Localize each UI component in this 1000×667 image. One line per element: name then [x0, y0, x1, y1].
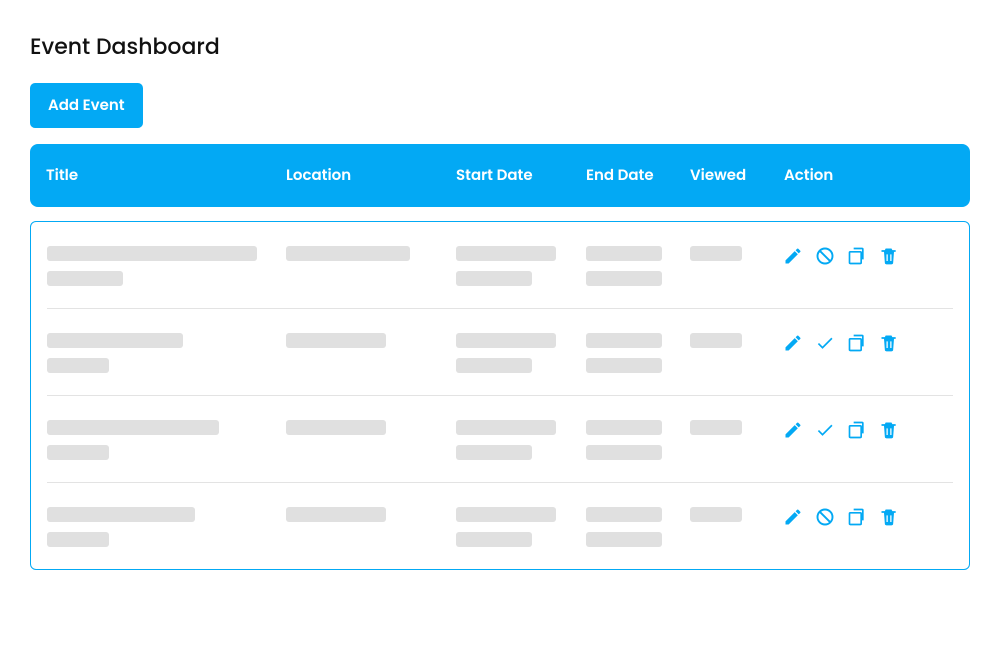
placeholder-bar: [586, 507, 662, 522]
copy-icon[interactable]: [847, 420, 867, 440]
placeholder-bar: [47, 333, 183, 348]
cell-viewed: [690, 333, 784, 373]
cell-action: [783, 420, 953, 460]
cell-action: [783, 246, 953, 286]
cell-viewed: [690, 420, 784, 460]
column-header-end: End Date: [586, 164, 690, 187]
cell-title: [47, 246, 286, 286]
cell-action: [783, 507, 953, 547]
delete-icon[interactable]: [879, 420, 899, 440]
edit-icon[interactable]: [783, 333, 803, 353]
cell-action: [783, 333, 953, 373]
placeholder-bar: [286, 246, 410, 261]
placeholder-bar: [47, 420, 219, 435]
events-table: Title Location Start Date End Date Viewe…: [30, 144, 970, 570]
placeholder-bar: [286, 507, 386, 522]
table-body: [30, 221, 970, 570]
placeholder-bar: [456, 532, 532, 547]
table-header-row: Title Location Start Date End Date Viewe…: [30, 144, 970, 207]
placeholder-bar: [586, 420, 662, 435]
table-row: [47, 309, 953, 396]
cell-viewed: [690, 246, 784, 286]
ban-icon[interactable]: [815, 246, 835, 266]
placeholder-bar: [586, 246, 662, 261]
placeholder-bar: [47, 271, 123, 286]
placeholder-bar: [586, 271, 662, 286]
cell-end: [586, 333, 690, 373]
placeholder-bar: [47, 246, 257, 261]
delete-icon[interactable]: [879, 333, 899, 353]
placeholder-bar: [586, 358, 662, 373]
placeholder-bar: [456, 507, 556, 522]
cell-end: [586, 420, 690, 460]
cell-end: [586, 246, 690, 286]
add-event-button[interactable]: Add Event: [30, 83, 143, 128]
placeholder-bar: [690, 507, 742, 522]
ban-icon[interactable]: [815, 507, 835, 527]
placeholder-bar: [456, 271, 532, 286]
column-header-start: Start Date: [456, 164, 586, 187]
placeholder-bar: [690, 420, 742, 435]
cell-title: [47, 420, 286, 460]
placeholder-bar: [690, 246, 742, 261]
cell-location: [286, 420, 456, 460]
edit-icon[interactable]: [783, 420, 803, 440]
check-icon[interactable]: [815, 333, 835, 353]
edit-icon[interactable]: [783, 246, 803, 266]
cell-location: [286, 507, 456, 547]
placeholder-bar: [586, 445, 662, 460]
placeholder-bar: [47, 445, 109, 460]
placeholder-bar: [456, 420, 556, 435]
placeholder-bar: [586, 333, 662, 348]
placeholder-bar: [456, 358, 532, 373]
table-row: [47, 483, 953, 569]
column-header-location: Location: [286, 164, 456, 187]
copy-icon[interactable]: [847, 246, 867, 266]
cell-location: [286, 333, 456, 373]
cell-title: [47, 333, 286, 373]
table-row: [47, 222, 953, 309]
placeholder-bar: [47, 532, 109, 547]
placeholder-bar: [456, 246, 556, 261]
cell-viewed: [690, 507, 784, 547]
cell-start: [456, 246, 586, 286]
column-header-title: Title: [46, 164, 286, 187]
delete-icon[interactable]: [879, 507, 899, 527]
table-row: [47, 396, 953, 483]
placeholder-bar: [286, 420, 386, 435]
placeholder-bar: [690, 333, 742, 348]
placeholder-bar: [456, 333, 556, 348]
cell-start: [456, 420, 586, 460]
page-title: Event Dashboard: [30, 30, 970, 63]
check-icon[interactable]: [815, 420, 835, 440]
delete-icon[interactable]: [879, 246, 899, 266]
placeholder-bar: [286, 333, 386, 348]
cell-start: [456, 333, 586, 373]
cell-location: [286, 246, 456, 286]
cell-title: [47, 507, 286, 547]
copy-icon[interactable]: [847, 507, 867, 527]
placeholder-bar: [586, 532, 662, 547]
column-header-viewed: Viewed: [690, 164, 784, 187]
placeholder-bar: [47, 507, 195, 522]
column-header-action: Action: [784, 164, 954, 187]
placeholder-bar: [47, 358, 109, 373]
cell-start: [456, 507, 586, 547]
cell-end: [586, 507, 690, 547]
copy-icon[interactable]: [847, 333, 867, 353]
placeholder-bar: [456, 445, 532, 460]
edit-icon[interactable]: [783, 507, 803, 527]
